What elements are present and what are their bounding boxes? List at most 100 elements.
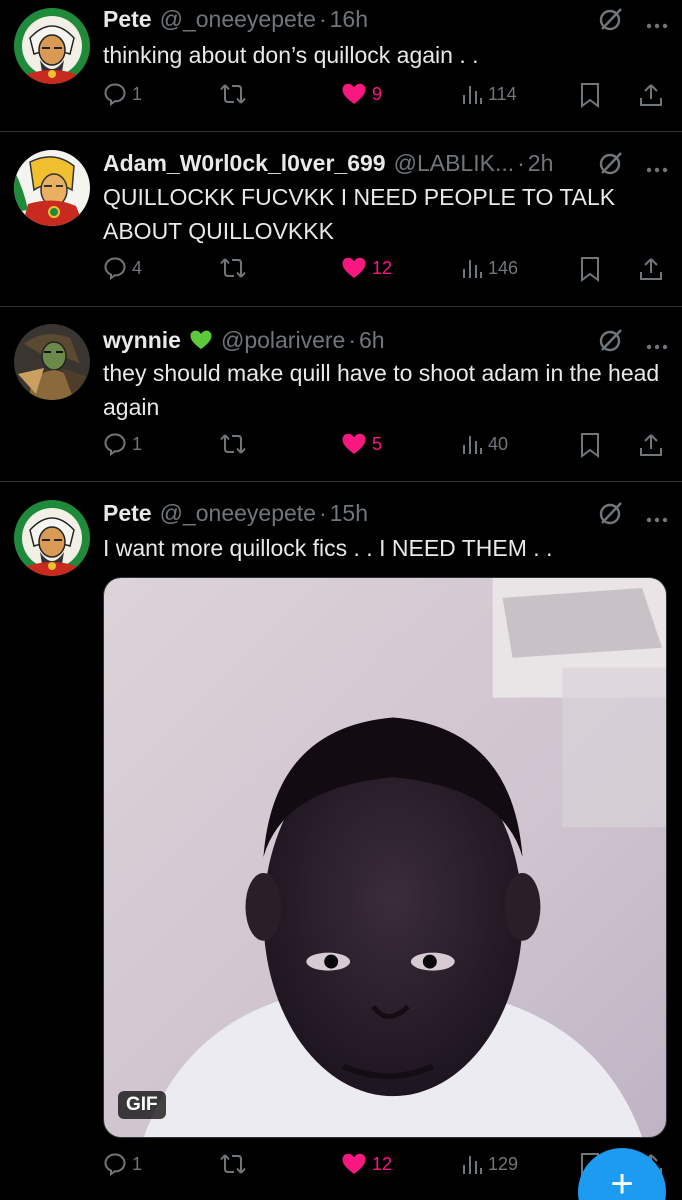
- heart-icon: [342, 257, 366, 278]
- retweet-button[interactable]: [219, 432, 247, 456]
- like-count: 9: [372, 83, 383, 104]
- green-heart-emoji-icon: [190, 330, 212, 350]
- views-chart-icon: [463, 86, 482, 104]
- separator-dot: ·: [318, 5, 327, 32]
- views-button[interactable]: 114: [461, 82, 517, 106]
- header-actions: [598, 327, 668, 359]
- reply-count: 1: [132, 433, 143, 454]
- bookmark-button[interactable]: [580, 82, 600, 108]
- gif-image: [104, 578, 666, 1137]
- avatar[interactable]: [14, 500, 90, 576]
- view-count: 114: [488, 83, 517, 104]
- separator-dot: ·: [318, 499, 327, 526]
- user-handle[interactable]: @_oneeyepete: [160, 6, 316, 33]
- share-button[interactable]: [639, 82, 663, 108]
- bookmark-icon: [581, 257, 599, 282]
- grok-icon[interactable]: [598, 327, 624, 359]
- views-chart-icon: [463, 1156, 482, 1174]
- more-options-icon[interactable]: [646, 9, 668, 36]
- user-handle[interactable]: @polarivere: [221, 327, 345, 354]
- retweet-icon: [220, 1154, 246, 1174]
- retweet-button[interactable]: [219, 1152, 247, 1176]
- bookmark-icon: [581, 433, 599, 458]
- display-name[interactable]: Pete: [103, 500, 152, 527]
- reply-count: 4: [132, 257, 143, 278]
- like-button[interactable]: 5: [341, 432, 382, 456]
- bookmark-icon: [581, 83, 599, 108]
- tweet[interactable]: wynnie @polarivere · 6h they should make…: [0, 307, 682, 481]
- reply-icon: [104, 1153, 126, 1176]
- user-handle[interactable]: @LABLIK...: [394, 150, 515, 177]
- reply-icon: [104, 257, 126, 280]
- tweet-actions: 1 5 40: [103, 432, 668, 462]
- timestamp[interactable]: 2h: [528, 150, 554, 177]
- views-button[interactable]: 129: [461, 1152, 518, 1176]
- like-button[interactable]: 12: [341, 1152, 392, 1176]
- reply-button[interactable]: 1: [103, 432, 142, 456]
- timestamp[interactable]: 15h: [330, 500, 368, 527]
- grok-icon[interactable]: [598, 500, 624, 532]
- user-handle[interactable]: @_oneeyepete: [160, 500, 316, 527]
- tweet-text: QUILLOCKK FUCVKK I NEED PEOPLE TO TALK A…: [103, 184, 616, 244]
- bookmark-button[interactable]: [580, 432, 600, 458]
- views-chart-icon: [463, 436, 482, 454]
- like-count: 12: [372, 1153, 393, 1174]
- share-icon: [640, 258, 662, 280]
- view-count: 40: [488, 433, 509, 454]
- more-options-icon[interactable]: [646, 153, 668, 180]
- header-actions: [598, 150, 668, 182]
- retweet-button[interactable]: [219, 82, 247, 106]
- reply-count: 1: [132, 1153, 143, 1174]
- like-button[interactable]: 12: [341, 256, 392, 280]
- heart-icon: [342, 83, 366, 104]
- tweet[interactable]: Pete @_oneeyepete · 16h thinking about d…: [0, 0, 682, 131]
- separator-dot: ·: [348, 326, 356, 353]
- tweet-actions: 1 9 114: [103, 82, 668, 112]
- like-button[interactable]: 9: [341, 82, 382, 106]
- share-icon: [640, 84, 662, 106]
- share-icon: [640, 434, 662, 456]
- views-chart-icon: [463, 260, 482, 278]
- timestamp[interactable]: 6h: [359, 327, 385, 354]
- avatar[interactable]: [14, 150, 90, 226]
- tweet[interactable]: Adam_W0rl0ck_l0ver_699 @LABLIK... · 2h Q…: [0, 132, 682, 306]
- bookmark-button[interactable]: [580, 256, 600, 282]
- tweet-header: Pete @_oneeyepete · 16h: [103, 4, 668, 34]
- tweet-text: I want more quillock fics . . I NEED THE…: [103, 535, 553, 561]
- reply-button[interactable]: 1: [103, 1152, 142, 1176]
- share-button[interactable]: [639, 256, 663, 282]
- grok-icon[interactable]: [598, 150, 624, 182]
- like-count: 12: [372, 257, 393, 278]
- share-button[interactable]: [639, 432, 663, 458]
- views-button[interactable]: 146: [461, 256, 518, 280]
- retweet-button[interactable]: [219, 256, 247, 280]
- grok-icon[interactable]: [598, 6, 624, 38]
- avatar[interactable]: [14, 8, 90, 84]
- retweet-icon: [220, 258, 246, 278]
- tweet-text: they should make quill have to shoot ada…: [103, 360, 660, 420]
- display-name[interactable]: wynnie: [103, 327, 181, 354]
- view-count: 146: [488, 257, 519, 278]
- more-options-icon[interactable]: [646, 330, 668, 357]
- reply-count: 1: [132, 83, 143, 104]
- reply-button[interactable]: 4: [103, 256, 142, 280]
- tweet-header: Adam_W0rl0ck_l0ver_699 @LABLIK... · 2h: [103, 148, 668, 178]
- display-name[interactable]: Pete: [103, 6, 152, 33]
- separator-dot: ·: [517, 149, 525, 176]
- view-count: 129: [488, 1153, 519, 1174]
- reply-icon: [104, 433, 126, 456]
- display-name[interactable]: Adam_W0rl0ck_l0ver_699: [103, 150, 386, 177]
- header-actions: [598, 6, 668, 38]
- tweet-header: Pete @_oneeyepete · 15h: [103, 498, 668, 528]
- timestamp[interactable]: 16h: [330, 6, 368, 33]
- gif-badge: GIF: [118, 1091, 166, 1119]
- avatar[interactable]: [14, 324, 90, 400]
- gif-media[interactable]: GIF: [103, 577, 667, 1138]
- timeline-feed: Pete @_oneeyepete · 16h thinking about d…: [0, 0, 682, 1200]
- reply-button[interactable]: 1: [103, 82, 142, 106]
- tweet-text: thinking about don’s quillock again . .: [103, 42, 479, 68]
- views-button[interactable]: 40: [461, 432, 508, 456]
- retweet-icon: [220, 84, 246, 104]
- reply-icon: [104, 83, 126, 106]
- more-options-icon[interactable]: [646, 503, 668, 530]
